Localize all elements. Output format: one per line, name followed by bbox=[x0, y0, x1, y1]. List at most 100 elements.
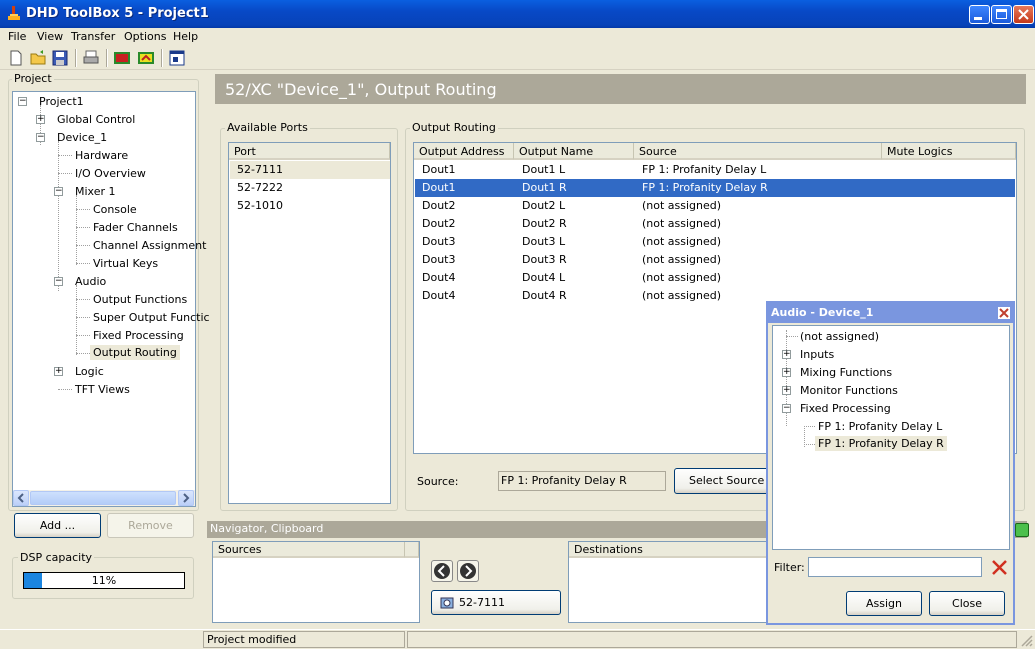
dsp-progress-bar: 11% bbox=[23, 572, 185, 589]
resize-grip-icon[interactable] bbox=[1019, 633, 1033, 647]
port-item[interactable]: 52-7222 bbox=[230, 179, 390, 197]
tree-item-channel-assignment[interactable]: Channel Assignment bbox=[93, 239, 206, 252]
project-label: Project bbox=[12, 72, 54, 85]
online-icon[interactable] bbox=[137, 49, 155, 67]
dialog-tree-inputs[interactable]: Inputs bbox=[800, 348, 834, 361]
filter-input[interactable] bbox=[808, 557, 982, 577]
expand-icon[interactable]: + bbox=[782, 350, 791, 359]
expand-icon[interactable]: + bbox=[54, 367, 63, 376]
toolbar-separator bbox=[75, 49, 77, 67]
collapse-icon[interactable]: − bbox=[36, 133, 45, 142]
tree-item-virtual-keys[interactable]: Virtual Keys bbox=[93, 257, 158, 270]
table-cell-addr: Dout2 bbox=[422, 199, 456, 212]
expand-icon[interactable]: + bbox=[782, 386, 791, 395]
open-folder-icon[interactable] bbox=[29, 49, 47, 67]
dialog-tree-fixed-processing[interactable]: Fixed Processing bbox=[800, 402, 891, 415]
dialog-tree-mixing-functions[interactable]: Mixing Functions bbox=[800, 366, 892, 379]
tree-item-fader-channels[interactable]: Fader Channels bbox=[93, 221, 178, 234]
dialog-tree-fp1-r[interactable]: FP 1: Profanity Delay R bbox=[815, 436, 947, 451]
tree-item-tft-views[interactable]: TFT Views bbox=[75, 383, 130, 396]
collapse-icon[interactable]: − bbox=[54, 277, 63, 286]
destinations-header[interactable]: Destinations bbox=[569, 542, 767, 558]
tree-item-global-control[interactable]: Global Control bbox=[57, 113, 135, 126]
transfer-icon[interactable] bbox=[113, 49, 131, 67]
tree-item-project1[interactable]: Project1 bbox=[39, 95, 84, 108]
menu-transfer[interactable]: Transfer bbox=[71, 30, 115, 43]
col-source[interactable]: Source bbox=[634, 143, 882, 160]
tree-item-fixed-processing[interactable]: Fixed Processing bbox=[93, 329, 184, 342]
collapse-icon[interactable]: − bbox=[782, 404, 791, 413]
table-row[interactable]: Dout4 Dout4 L (not assigned) bbox=[415, 269, 1015, 287]
scroll-right-icon[interactable] bbox=[178, 490, 194, 506]
maximize-button[interactable] bbox=[991, 5, 1012, 24]
menu-bar: File View Transfer Options Help bbox=[0, 28, 1035, 46]
table-row[interactable]: Dout1 Dout1 L FP 1: Profanity Delay L bbox=[415, 161, 1015, 179]
menu-options[interactable]: Options bbox=[124, 30, 166, 43]
port-item[interactable]: 52-1010 bbox=[230, 197, 390, 215]
expand-icon[interactable]: + bbox=[36, 115, 45, 124]
horizontal-scrollbar[interactable] bbox=[13, 490, 195, 506]
scroll-left-icon[interactable] bbox=[13, 490, 29, 506]
collapse-icon[interactable]: − bbox=[54, 187, 63, 196]
table-cell-name: Dout4 R bbox=[522, 289, 567, 302]
col-output-name[interactable]: Output Name bbox=[514, 143, 634, 160]
assign-button[interactable]: Assign bbox=[846, 591, 922, 616]
menu-help[interactable]: Help bbox=[173, 30, 198, 43]
port-nav-button[interactable]: 52-7111 bbox=[431, 590, 561, 615]
collapse-icon[interactable]: − bbox=[18, 97, 27, 106]
tree-item-logic[interactable]: Logic bbox=[75, 365, 104, 378]
tree-item-console[interactable]: Console bbox=[93, 203, 137, 216]
tree-item-device-1[interactable]: Device_1 bbox=[57, 131, 107, 144]
table-cell-addr: Dout3 bbox=[422, 235, 456, 248]
close-window-button[interactable] bbox=[1013, 5, 1034, 24]
add-button[interactable]: Add ... bbox=[14, 513, 101, 538]
toolbar-separator bbox=[161, 49, 163, 67]
menu-view[interactable]: View bbox=[37, 30, 63, 43]
table-cell-name: Dout1 R bbox=[522, 181, 567, 194]
col-mute-logics[interactable]: Mute Logics bbox=[882, 143, 1016, 160]
table-cell-source: (not assigned) bbox=[642, 199, 722, 212]
expand-icon[interactable]: + bbox=[782, 368, 791, 377]
dialog-close-button[interactable] bbox=[997, 306, 1011, 320]
sources-header-extra bbox=[405, 542, 419, 558]
new-file-icon[interactable] bbox=[7, 49, 25, 67]
tree-item-output-functions[interactable]: Output Functions bbox=[93, 293, 187, 306]
close-icon bbox=[999, 308, 1009, 318]
col-output-address[interactable]: Output Address bbox=[414, 143, 514, 160]
save-icon[interactable] bbox=[51, 49, 69, 67]
tree-item-output-routing[interactable]: Output Routing bbox=[90, 345, 180, 360]
sources-header[interactable]: Sources bbox=[213, 542, 405, 558]
dialog-tree-monitor-functions[interactable]: Monitor Functions bbox=[800, 384, 898, 397]
nav-forward-button[interactable] bbox=[457, 560, 479, 582]
dialog-close-action-button[interactable]: Close bbox=[929, 591, 1005, 616]
tree-item-super-output-functions[interactable]: Super Output Functic bbox=[93, 311, 210, 324]
tree-item-audio[interactable]: Audio bbox=[75, 275, 106, 288]
remove-button[interactable]: Remove bbox=[107, 513, 194, 538]
table-cell-addr: Dout3 bbox=[422, 253, 456, 266]
clear-filter-button[interactable] bbox=[989, 557, 1010, 578]
table-row[interactable]: Dout2 Dout2 R (not assigned) bbox=[415, 215, 1015, 233]
port-column-header[interactable]: Port bbox=[229, 143, 390, 160]
table-cell-addr: Dout2 bbox=[422, 217, 456, 230]
select-source-button[interactable]: Select Source ... bbox=[674, 468, 770, 494]
table-row[interactable]: Dout2 Dout2 L (not assigned) bbox=[415, 197, 1015, 215]
tree-item-io-overview[interactable]: I/O Overview bbox=[75, 167, 146, 180]
pin-icon[interactable] bbox=[1015, 523, 1029, 537]
nav-back-button[interactable] bbox=[431, 560, 453, 582]
print-icon[interactable] bbox=[82, 49, 100, 67]
minimize-button[interactable] bbox=[969, 5, 990, 24]
dialog-tree: (not assigned) + Inputs + Mixing Functio… bbox=[772, 325, 1010, 550]
arrow-left-icon bbox=[434, 563, 450, 579]
scroll-thumb[interactable] bbox=[30, 491, 176, 505]
table-cell-source: FP 1: Profanity Delay L bbox=[642, 163, 767, 176]
tree-item-hardware[interactable]: Hardware bbox=[75, 149, 128, 162]
dialog-tree-not-assigned[interactable]: (not assigned) bbox=[800, 330, 879, 343]
table-row[interactable]: Dout1 Dout1 R FP 1: Profanity Delay R bbox=[415, 179, 1015, 197]
menu-file[interactable]: File bbox=[8, 30, 26, 43]
tree-item-mixer-1[interactable]: Mixer 1 bbox=[75, 185, 116, 198]
port-item[interactable]: 52-7111 bbox=[230, 161, 390, 179]
table-row[interactable]: Dout3 Dout3 L (not assigned) bbox=[415, 233, 1015, 251]
dialog-tree-fp1-l[interactable]: FP 1: Profanity Delay L bbox=[818, 420, 942, 433]
window-icon[interactable] bbox=[168, 49, 186, 67]
table-row[interactable]: Dout3 Dout3 R (not assigned) bbox=[415, 251, 1015, 269]
